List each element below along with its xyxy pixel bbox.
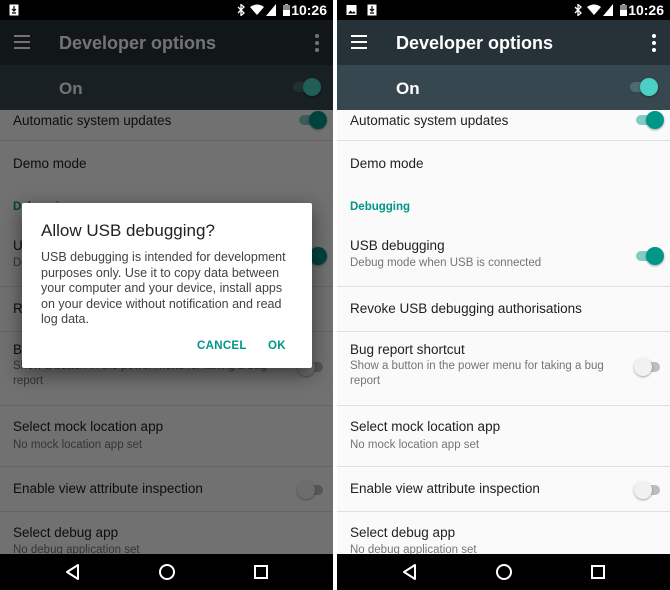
setting-title: Bug report shortcut (350, 342, 465, 357)
setting-bug-report-shortcut[interactable]: Bug report shortcut Show a button in the… (337, 332, 670, 406)
master-switch-label: On (396, 79, 420, 98)
status-bar: 10:26 (337, 0, 670, 20)
setting-title: Automatic system updates (350, 113, 509, 128)
clock: 10:26 (291, 2, 327, 18)
navigation-bar (0, 554, 333, 590)
download-notification-icon (367, 4, 377, 16)
battery-icon (283, 4, 290, 16)
home-icon[interactable] (494, 562, 514, 582)
home-icon[interactable] (157, 562, 177, 582)
cell-signal-icon (266, 4, 276, 16)
dialog-message: USB debugging is intended for developmen… (41, 250, 286, 326)
wifi-icon (250, 4, 264, 15)
setting-summary: No mock location app set (350, 439, 480, 451)
page-title: Developer options (396, 33, 554, 53)
battery-icon (620, 4, 627, 16)
phone-screen-settings: 10:26 Developer options On Automatic sys… (337, 0, 670, 590)
setting-revoke-usb-authorisations[interactable]: Revoke USB debugging authorisations (337, 287, 670, 332)
image-notification-icon (346, 5, 357, 15)
back-icon[interactable] (63, 562, 83, 582)
settings-list: Automatic system updates Demo mode Debug… (337, 110, 670, 554)
setting-select-debug-app[interactable]: Select debug app No debug application se… (337, 512, 670, 554)
ok-button[interactable]: OK (268, 340, 286, 352)
setting-title: Enable view attribute inspection (350, 481, 540, 496)
app-bar: Developer options (337, 20, 670, 65)
setting-usb-debugging[interactable]: USB debugging Debug mode when USB is con… (337, 229, 670, 287)
setting-automatic-system-updates[interactable]: Automatic system updates (337, 110, 670, 141)
setting-title: Select debug app (350, 525, 456, 540)
bluetooth-icon (574, 4, 582, 16)
setting-summary: Debug mode when USB is connected (350, 257, 542, 269)
status-bar: 10:26 (0, 0, 333, 20)
bug-report-toggle[interactable] (634, 357, 662, 377)
master-switch-toggle[interactable] (628, 77, 658, 97)
auto-updates-toggle[interactable] (634, 110, 664, 130)
setting-title: Select mock location app (350, 419, 501, 434)
hamburger-menu-icon[interactable] (351, 35, 367, 49)
setting-demo-mode[interactable]: Demo mode (337, 141, 670, 185)
category-header-debugging: Debugging (337, 185, 670, 229)
back-icon[interactable] (400, 562, 420, 582)
setting-select-mock-location-app[interactable]: Select mock location app No mock locatio… (337, 406, 670, 467)
setting-summary: No debug application set (350, 544, 477, 554)
setting-title: Revoke USB debugging authorisations (350, 301, 582, 316)
cancel-button[interactable]: CANCEL (197, 340, 247, 352)
usb-debugging-toggle[interactable] (634, 246, 664, 266)
setting-title: USB debugging (350, 238, 445, 253)
setting-title: Demo mode (350, 156, 424, 171)
usb-debugging-dialog: Allow USB debugging? USB debugging is in… (22, 203, 312, 368)
category-title: Debugging (350, 201, 411, 213)
clock: 10:26 (628, 2, 664, 18)
wifi-icon (587, 4, 601, 15)
phone-screen-dialog: 10:26 Developer options On Automatic sys… (0, 0, 333, 590)
master-switch-bar[interactable]: On (337, 65, 670, 110)
navigation-bar (337, 554, 670, 590)
download-notification-icon (9, 4, 19, 16)
recents-icon[interactable] (588, 562, 608, 582)
overflow-menu-icon[interactable] (652, 34, 656, 52)
dialog-title: Allow USB debugging? (41, 221, 215, 240)
bluetooth-icon (237, 4, 245, 16)
setting-view-attribute-inspection[interactable]: Enable view attribute inspection (337, 467, 670, 512)
setting-summary: Show a button in the power menu for taki… (350, 360, 604, 387)
cell-signal-icon (603, 4, 613, 16)
view-attr-toggle[interactable] (634, 480, 662, 500)
recents-icon[interactable] (251, 562, 271, 582)
